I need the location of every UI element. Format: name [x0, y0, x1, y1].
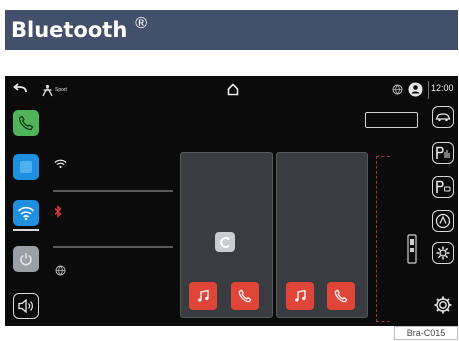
music-icon [293, 289, 307, 303]
phone-call-icon [238, 289, 252, 303]
car-view-icon [435, 112, 451, 122]
settings-gear-icon [435, 245, 451, 261]
globe-icon [391, 83, 403, 95]
power-icon [19, 252, 33, 266]
bluetooth-square-icon [19, 160, 33, 174]
globe-icon [54, 264, 66, 276]
status-pill [365, 112, 418, 128]
bluetooth-divider [53, 190, 173, 192]
dashed-frame-line [376, 156, 377, 322]
phone-call-button-left[interactable] [231, 282, 259, 310]
dashed-frame-bottom [376, 321, 390, 322]
status-bar: Sport 12:00 [5, 76, 458, 104]
music-button-right[interactable] [286, 282, 314, 310]
phone-call-icon [334, 289, 348, 303]
volume-button[interactable] [13, 293, 39, 319]
home-icon[interactable] [226, 81, 240, 97]
music-icon [196, 289, 210, 303]
car-icon [219, 236, 232, 249]
back-arrow-icon[interactable] [11, 82, 29, 98]
car-tile[interactable] [215, 232, 235, 252]
settings-cog-icon [433, 295, 453, 315]
parking-assist-icon [435, 146, 451, 160]
wifi-icon [17, 206, 35, 221]
profile-icon[interactable] [407, 81, 423, 97]
settings-button[interactable] [432, 294, 454, 316]
wifi-active-underline [13, 229, 39, 231]
wifi-divider [53, 246, 173, 248]
bluetooth-icon [53, 204, 63, 218]
phone-icon [18, 115, 34, 131]
parking-camera-button[interactable] [432, 176, 454, 198]
page-title: Bluetooth [11, 18, 128, 42]
drive-assist-button[interactable] [432, 210, 454, 232]
drive-assist-icon [435, 213, 451, 229]
phone-button[interactable] [13, 110, 39, 136]
sport-mode-indicator: Sport [41, 82, 67, 98]
music-button-left[interactable] [189, 282, 217, 310]
power-button[interactable] [13, 246, 39, 272]
registered-mark: ® [135, 15, 148, 32]
sport-mode-label: Sport [55, 87, 67, 93]
wifi-button[interactable] [13, 200, 39, 226]
parking-camera-icon [435, 180, 451, 194]
bluetooth-button[interactable] [13, 154, 39, 180]
dashed-frame-top [376, 156, 390, 157]
status-divider [428, 81, 429, 99]
infotainment-screen: Sport 12:00 [5, 76, 458, 326]
car-view-button[interactable] [432, 106, 454, 128]
volume-icon [17, 298, 35, 314]
sport-mode-icon [41, 84, 54, 97]
section-header: Bluetooth ® [5, 10, 458, 50]
figure-reference: Bra-C015 [394, 326, 458, 340]
clock: 12:00 [431, 83, 454, 93]
wifi-signal-icon [53, 158, 67, 170]
connector-widget[interactable] [405, 234, 419, 264]
parking-assist-button[interactable] [432, 142, 454, 164]
phone-call-button-right[interactable] [327, 282, 355, 310]
settings-gear-button[interactable] [432, 242, 454, 264]
